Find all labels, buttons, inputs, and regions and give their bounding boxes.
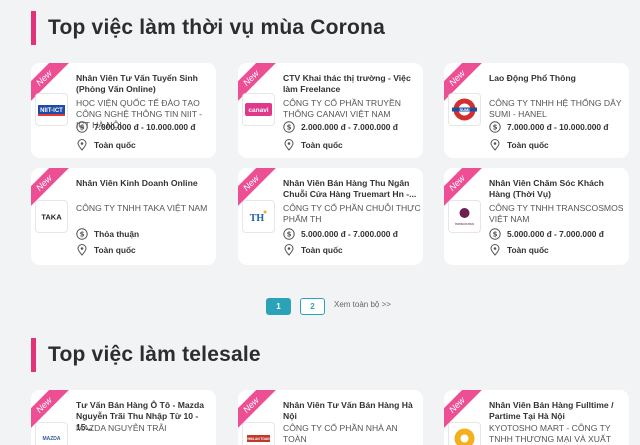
salary-row: $ 2.000.000 đ - 7.000.000 đ	[283, 121, 398, 133]
map-pin-icon	[489, 139, 501, 151]
salary-text: 7.000.000 đ - 10.000.000 đ	[94, 122, 196, 132]
mazda-logo-icon: MAZDA	[42, 436, 60, 442]
salary-text: 2.000.000 đ - 7.000.000 đ	[301, 122, 398, 132]
salary-text: 5.000.000 đ - 7.000.000 đ	[507, 229, 604, 239]
salary-row: $ 7.000.000 đ - 10.000.000 đ	[76, 121, 196, 133]
location-text: Toàn quốc	[301, 245, 343, 255]
section-title-telesale: Top việc làm telesale	[31, 338, 261, 372]
canavi-logo-icon: canavi	[245, 103, 272, 116]
company-logo: canavi	[242, 93, 275, 126]
job-title[interactable]: Nhân Viên Kinh Doanh Online	[76, 178, 214, 189]
map-pin-icon	[76, 244, 88, 256]
location-row: Toàn quốc	[76, 139, 136, 151]
dollar-circle-icon: $	[76, 121, 88, 133]
company-name[interactable]: Công ty TNHH Hệ thống dây Sumi - Hanel	[489, 98, 627, 120]
job-card[interactable]: New SUMI Lao Động Phổ Thông Công ty TNHH…	[444, 63, 629, 158]
transcosmos-logo-icon: transcosmos	[455, 208, 475, 226]
logo-text: TH	[250, 213, 265, 224]
job-title[interactable]: Nhân Viên Chăm Sóc Khách Hàng (Thời Vụ)	[489, 178, 627, 200]
company-logo: transcosmos	[448, 200, 481, 233]
kyotosho-logo-icon	[454, 428, 475, 445]
sumi-logo-icon: SUMI	[452, 98, 477, 121]
job-card[interactable]: New NIIT-ICT Nhân Viên Tư Vấn Tuyển Sinh…	[31, 63, 216, 158]
salary-text: 5.000.000 đ - 7.000.000 đ	[301, 229, 398, 239]
map-pin-icon	[283, 139, 295, 151]
company-logo: SUMI	[448, 93, 481, 126]
logo-text: SUMI	[460, 107, 470, 112]
location-text: Toàn quốc	[507, 140, 549, 150]
logo-text: NIIT-ICT	[40, 108, 63, 114]
company-name[interactable]: Công ty Cổ phần Nhà An Toàn	[283, 423, 421, 445]
dollar-circle-icon: $	[283, 121, 295, 133]
logo-text: NHA AN TOAN	[247, 437, 270, 441]
job-title[interactable]: Lao Động Phổ Thông	[489, 73, 627, 84]
dollar-circle-icon: $	[489, 228, 501, 240]
page-1-button[interactable]: 1	[266, 298, 291, 315]
job-card[interactable]: New TAKA Nhân Viên Kinh Doanh Online Côn…	[31, 168, 216, 265]
job-card[interactable]: New canavi CTV Khai thác thị trường - Vi…	[238, 63, 423, 158]
company-logo	[448, 422, 481, 445]
company-name[interactable]: Mazda Nguyễn Trãi	[76, 423, 214, 434]
company-name[interactable]: Công ty Cổ phần Truyền thông Canavi Việt…	[283, 98, 421, 120]
salary-row: $ 7.000.000 đ - 10.000.000 đ	[489, 121, 609, 133]
map-pin-icon	[489, 244, 501, 256]
company-name[interactable]: Kyotosho Mart - Công ty TNHH Thương mại …	[489, 423, 627, 445]
location-row: Toàn quốc	[76, 244, 136, 256]
logo-text: canavi	[248, 107, 268, 114]
company-name[interactable]: Công ty TNHH Transcosmos Việt Nam	[489, 203, 627, 225]
location-row: Toàn quốc	[489, 139, 549, 151]
company-logo: MAZDA	[35, 422, 68, 445]
salary-row: $ Thỏa thuận	[76, 228, 139, 240]
location-row: Toàn quốc	[283, 139, 343, 151]
location-text: Toàn quốc	[94, 140, 136, 150]
company-logo: TAKA	[35, 200, 68, 233]
salary-text: 7.000.000 đ - 10.000.000 đ	[507, 122, 609, 132]
svg-text:$: $	[287, 124, 292, 132]
job-title[interactable]: CTV Khai thác thị trường - Việc làm Free…	[283, 73, 421, 95]
map-pin-icon	[283, 244, 295, 256]
job-title[interactable]: Nhân Viên Bán Hàng Thu Ngân Chuỗi Cửa Hà…	[283, 178, 421, 200]
nha-an-toan-logo-icon: NHA AN TOAN	[247, 435, 270, 442]
page-2-button[interactable]: 2	[300, 298, 325, 315]
job-title[interactable]: Nhân Viên Bán Hàng Fulltime / Partime Tạ…	[489, 400, 627, 422]
job-card[interactable]: New transcosmos Nhân Viên Chăm Sóc Khách…	[444, 168, 629, 265]
th-logo-icon: TH	[250, 210, 267, 224]
company-name[interactable]: Công ty Cổ phần Chuỗi Thực phẩm TH	[283, 203, 421, 225]
job-title[interactable]: Nhân Viên Tư Vấn Bán Hàng Hà Nội	[283, 400, 421, 422]
svg-text:$: $	[493, 124, 498, 132]
dollar-circle-icon: $	[76, 228, 88, 240]
svg-text:$: $	[80, 124, 85, 132]
dollar-circle-icon: $	[283, 228, 295, 240]
logo-text: TAKA	[41, 213, 62, 222]
svg-text:$: $	[287, 231, 292, 239]
location-text: Toàn quốc	[94, 245, 136, 255]
salary-row: $ 5.000.000 đ - 7.000.000 đ	[283, 228, 398, 240]
job-card[interactable]: New Nhân Viên Bán Hàng Fulltime / Partim…	[444, 390, 629, 445]
niit-logo-icon: NIIT-ICT	[38, 105, 65, 116]
salary-row: $ 5.000.000 đ - 7.000.000 đ	[489, 228, 604, 240]
location-text: Toàn quốc	[507, 245, 549, 255]
svg-text:$: $	[80, 231, 85, 239]
location-row: Toàn quốc	[489, 244, 549, 256]
job-card[interactable]: New TH Nhân Viên Bán Hàng Thu Ngân Chuỗi…	[238, 168, 423, 265]
job-title[interactable]: Nhân Viên Tư Vấn Tuyển Sinh (Phỏng Vấn O…	[76, 73, 214, 95]
location-text: Toàn quốc	[301, 140, 343, 150]
job-card[interactable]: New NHA AN TOAN Nhân Viên Tư Vấn Bán Hàn…	[238, 390, 423, 445]
salary-text: Thỏa thuận	[94, 229, 140, 239]
location-row: Toàn quốc	[283, 244, 343, 256]
company-name[interactable]: Công ty TNHH Taka Việt Nam	[76, 203, 214, 214]
company-logo: NHA AN TOAN	[242, 422, 275, 445]
dollar-circle-icon: $	[489, 121, 501, 133]
logo-text: transcosmos	[455, 222, 475, 226]
section-title-corona: Top việc làm thời vụ mùa Corona	[31, 11, 385, 45]
logo-text: MAZDA	[42, 436, 60, 442]
taka-logo-icon: TAKA	[41, 213, 62, 222]
job-card[interactable]: New MAZDA Tư Vấn Bán Hàng Ô Tô - Mazda N…	[31, 390, 216, 445]
svg-text:$: $	[493, 231, 498, 239]
company-logo: TH	[242, 200, 275, 233]
map-pin-icon	[76, 139, 88, 151]
view-all-link[interactable]: Xem toàn bộ >>	[334, 300, 391, 309]
company-logo: NIIT-ICT	[35, 93, 68, 126]
